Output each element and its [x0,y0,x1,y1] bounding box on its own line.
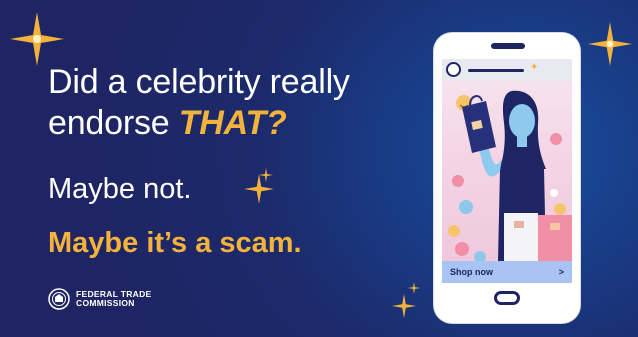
sparkle-star-icon [392,294,416,318]
heart-emoji-icon [455,242,469,256]
smiley-emoji-icon [448,225,460,237]
shop-now-label: Shop now [450,267,493,277]
sparkle-star-icon: ✦ [530,62,539,73]
chevron-right-icon: > [558,267,564,277]
social-post-header: ✦ [442,59,572,81]
shop-now-button[interactable]: Shop now > [442,261,572,283]
phone-speaker [491,43,525,49]
username-placeholder [468,69,524,72]
ftc-logo: FEDERAL TRADE COMMISSION [48,288,152,310]
headline-highlight: THAT? [178,104,287,142]
ftc-seal-icon [48,288,70,310]
gift-box-icon [504,213,538,261]
subline-maybe-not: Maybe not. [48,173,192,205]
headline: Did a celebrity really endorse THAT? [48,62,408,144]
phone-illustration: ✦ Shop now > [434,33,580,323]
sparkle-star-icon [408,282,420,294]
ftc-name-line2: COMMISSION [76,298,135,308]
headline-line1: Did a celebrity really [48,63,350,101]
heart-emoji-icon [452,175,464,187]
smiley-emoji-icon [474,251,486,261]
smiley-emoji-icon [459,200,473,214]
sparkle-star-icon [10,12,64,66]
subline-scam: Maybe it’s a scam. [48,227,302,259]
gift-box-icon [538,215,572,261]
smiley-emoji-icon [554,203,566,215]
headline-line2-prefix: endorse [48,104,179,142]
celebrity-illustration [448,90,572,261]
heart-emoji-icon [550,133,562,145]
user-avatar-icon [446,62,461,77]
phone-screen: ✦ Shop now > [442,59,572,283]
phone-home-button [494,291,520,305]
ad-banner: Did a celebrity really endorse THAT? May… [0,0,638,337]
sparkle-star-icon [259,168,273,182]
sparkle-star-icon [588,22,632,66]
